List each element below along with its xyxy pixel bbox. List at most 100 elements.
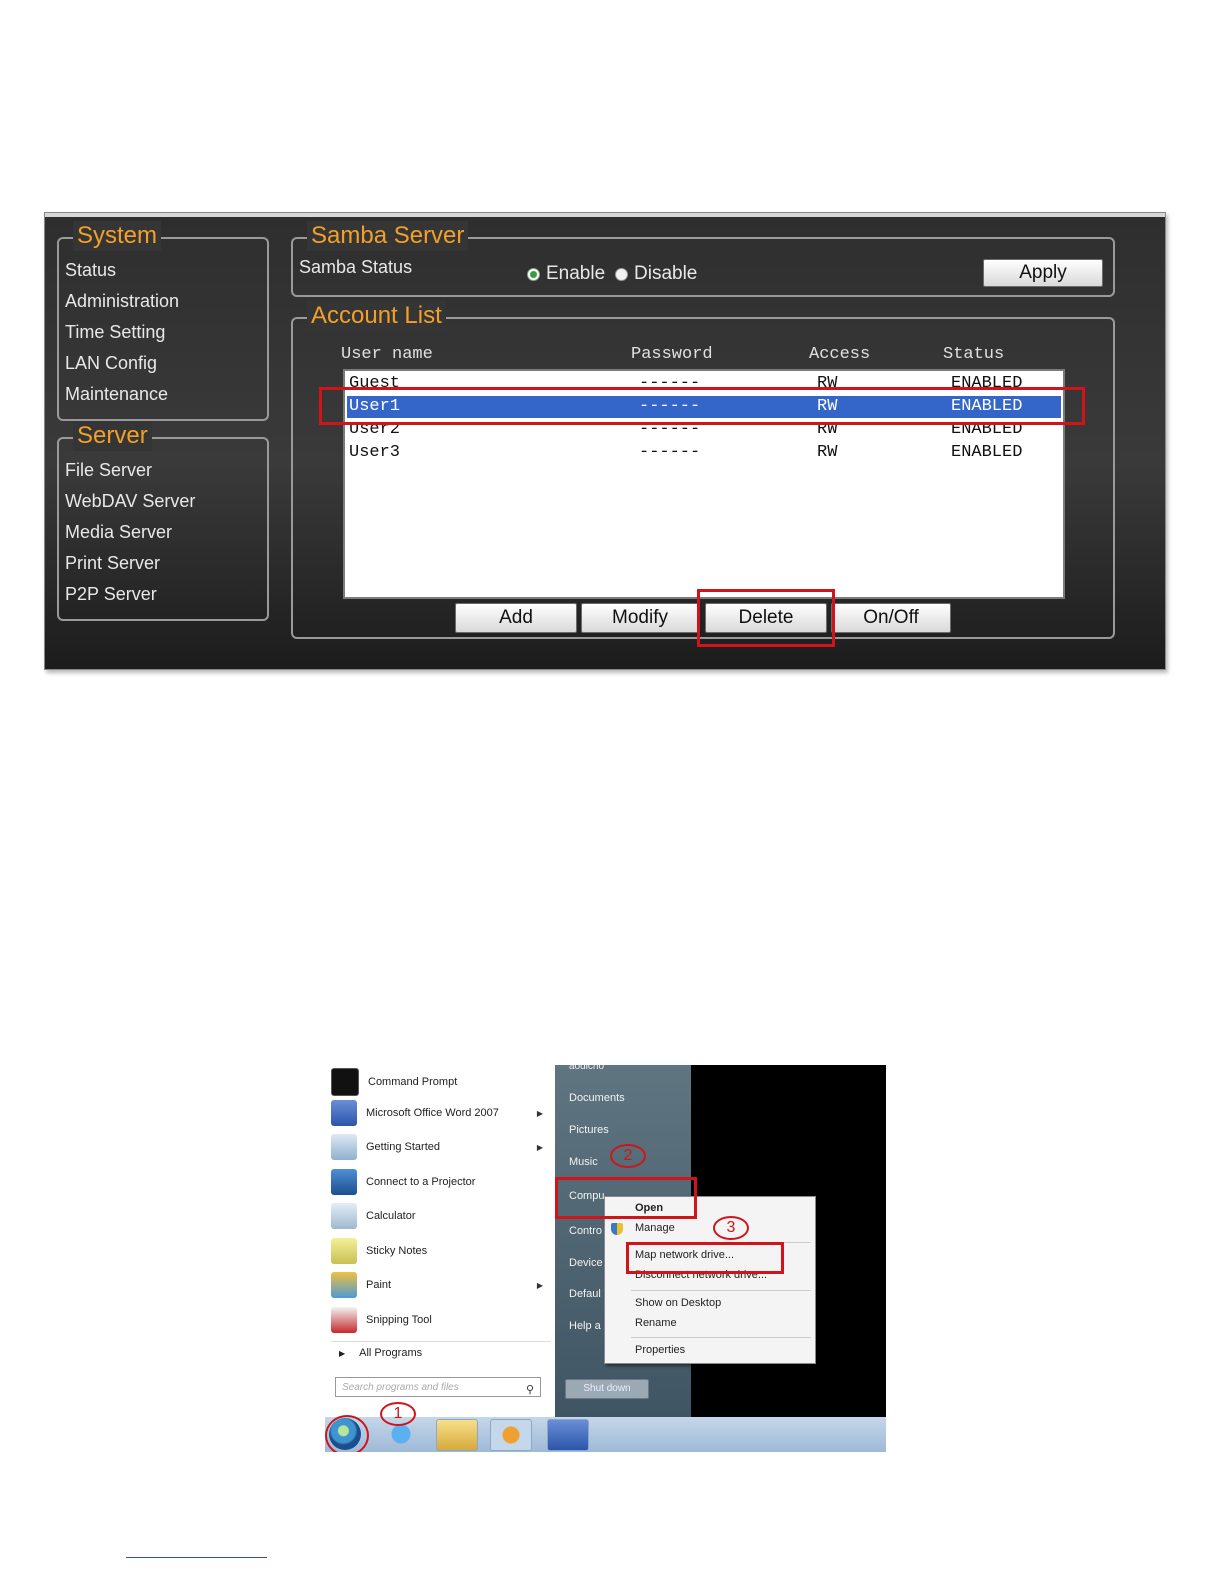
- nav-file-server[interactable]: File Server: [65, 455, 195, 486]
- context-separator: [631, 1290, 811, 1291]
- cell-password: ------: [639, 420, 701, 439]
- cell-user: User1: [349, 397, 401, 416]
- program-snipping-tool[interactable]: Snipping Tool: [331, 1303, 555, 1337]
- samba-server-group: Samba Server Samba Status Enable Disable…: [291, 221, 1115, 297]
- snipping-tool-icon: [331, 1307, 357, 1333]
- col-header-user: User name: [341, 345, 433, 364]
- program-paint[interactable]: Paint ▶: [331, 1268, 555, 1302]
- context-rename[interactable]: Rename: [635, 1317, 677, 1329]
- add-button[interactable]: Add: [455, 603, 577, 633]
- computer-context-menu: Open Manage Map network drive... Disconn…: [604, 1196, 816, 1364]
- account-row-user2[interactable]: User2 ------ RW ENABLED: [347, 419, 1061, 441]
- paint-icon: [331, 1272, 357, 1298]
- context-separator: [631, 1337, 811, 1338]
- account-row-user1[interactable]: User1 ------ RW ENABLED: [347, 396, 1061, 418]
- shutdown-button[interactable]: Shut down: [565, 1379, 649, 1399]
- callout-3: 3: [713, 1216, 749, 1240]
- cell-access: RW: [817, 443, 838, 462]
- nav-administration[interactable]: Administration: [65, 286, 179, 317]
- cell-password: ------: [639, 374, 701, 393]
- cell-user: Guest: [349, 374, 401, 393]
- program-getting-started[interactable]: Getting Started ▶: [331, 1130, 555, 1164]
- program-command-prompt[interactable]: Command Prompt: [331, 1065, 555, 1099]
- col-header-access: Access: [809, 345, 871, 364]
- cell-access: RW: [817, 374, 838, 393]
- word-icon: [331, 1100, 357, 1126]
- context-open[interactable]: Open: [635, 1202, 663, 1214]
- start-search-input[interactable]: Search programs and files ⚲: [335, 1377, 541, 1397]
- getting-started-icon: [331, 1134, 357, 1160]
- radio-unselected-icon: [615, 267, 628, 281]
- disable-radio[interactable]: Disable: [615, 263, 697, 285]
- context-properties[interactable]: Properties: [635, 1344, 685, 1356]
- apply-button[interactable]: Apply: [983, 259, 1103, 287]
- samba-status-label: Samba Status: [299, 257, 413, 277]
- col-header-status: Status: [943, 345, 1005, 364]
- shield-icon: [611, 1223, 623, 1235]
- place-default-programs[interactable]: Defaul: [569, 1288, 601, 1300]
- all-programs[interactable]: ▶ All Programs: [331, 1341, 551, 1364]
- program-calculator[interactable]: Calculator: [331, 1199, 555, 1233]
- account-row-guest[interactable]: Guest ------ RW ENABLED: [347, 373, 1061, 395]
- cell-status: ENABLED: [951, 397, 1023, 416]
- nav-webdav-server[interactable]: WebDAV Server: [65, 486, 195, 517]
- context-show-on-desktop[interactable]: Show on Desktop: [635, 1297, 721, 1309]
- media-player-icon[interactable]: [490, 1419, 532, 1451]
- nav-maintenance[interactable]: Maintenance: [65, 379, 179, 410]
- nav-media-server[interactable]: Media Server: [65, 517, 195, 548]
- place-documents[interactable]: Documents: [569, 1092, 625, 1104]
- place-computer[interactable]: Compu: [569, 1190, 604, 1202]
- nav-time-setting[interactable]: Time Setting: [65, 317, 179, 348]
- place-pictures[interactable]: Pictures: [569, 1124, 609, 1136]
- system-legend: System: [73, 221, 162, 251]
- program-connect-projector[interactable]: Connect to a Projector: [331, 1165, 555, 1199]
- place-devices[interactable]: Device: [569, 1257, 603, 1269]
- cell-access: RW: [817, 420, 838, 439]
- nav-print-server[interactable]: Print Server: [65, 548, 195, 579]
- delete-button[interactable]: Delete: [705, 603, 827, 633]
- cell-status: ENABLED: [951, 374, 1023, 393]
- submenu-arrow-icon: ▶: [536, 1142, 543, 1152]
- samba-legend: Samba Server: [307, 221, 469, 251]
- cell-password: ------: [639, 397, 701, 416]
- cell-access: RW: [817, 397, 838, 416]
- nav-p2p-server[interactable]: P2P Server: [65, 579, 195, 610]
- router-admin-panel: System Status Administration Time Settin…: [44, 212, 1166, 670]
- nav-lan-config[interactable]: LAN Config: [65, 348, 179, 379]
- command-prompt-icon: [331, 1068, 359, 1096]
- windows-start-menu-screenshot: Command Prompt Microsoft Office Word 200…: [325, 1065, 886, 1452]
- place-user[interactable]: aodicho: [569, 1065, 604, 1072]
- server-nav: File Server WebDAV Server Media Server P…: [65, 455, 195, 610]
- server-legend: Server: [73, 421, 152, 451]
- system-nav: Status Administration Time Setting LAN C…: [65, 255, 179, 410]
- cell-user: User2: [349, 420, 401, 439]
- account-list-legend: Account List: [307, 301, 446, 331]
- submenu-arrow-icon: ▶: [536, 1108, 543, 1118]
- context-map-network-drive[interactable]: Map network drive...: [635, 1249, 734, 1261]
- hyperlink-underline: [126, 1557, 267, 1558]
- onoff-button[interactable]: On/Off: [831, 603, 951, 633]
- context-disconnect-network-drive[interactable]: Disconnect network drive...: [635, 1269, 767, 1281]
- nav-status[interactable]: Status: [65, 255, 179, 286]
- system-group: System Status Administration Time Settin…: [57, 221, 269, 421]
- start-orb-icon[interactable]: [329, 1418, 361, 1450]
- server-group: Server File Server WebDAV Server Media S…: [57, 421, 269, 621]
- start-menu-programs-pane: Command Prompt Microsoft Office Word 200…: [325, 1065, 555, 1417]
- panel-top-border: [45, 213, 1165, 217]
- account-listbox[interactable]: Guest ------ RW ENABLED User1 ------ RW …: [343, 369, 1065, 599]
- program-word-2007[interactable]: Microsoft Office Word 2007 ▶: [331, 1096, 555, 1130]
- file-explorer-icon[interactable]: [436, 1419, 478, 1451]
- place-control-panel[interactable]: Contro: [569, 1225, 602, 1237]
- enable-radio[interactable]: Enable: [527, 263, 605, 285]
- col-header-password: Password: [631, 345, 713, 364]
- program-sticky-notes[interactable]: Sticky Notes: [331, 1234, 555, 1268]
- word-taskbar-icon[interactable]: [547, 1419, 589, 1451]
- account-row-user3[interactable]: User3 ------ RW ENABLED: [347, 442, 1061, 464]
- place-music[interactable]: Music: [569, 1156, 598, 1168]
- cell-status: ENABLED: [951, 420, 1023, 439]
- cell-user: User3: [349, 443, 401, 462]
- context-manage[interactable]: Manage: [635, 1222, 675, 1234]
- modify-button[interactable]: Modify: [581, 603, 699, 633]
- place-help[interactable]: Help a: [569, 1320, 601, 1332]
- sticky-notes-icon: [331, 1238, 357, 1264]
